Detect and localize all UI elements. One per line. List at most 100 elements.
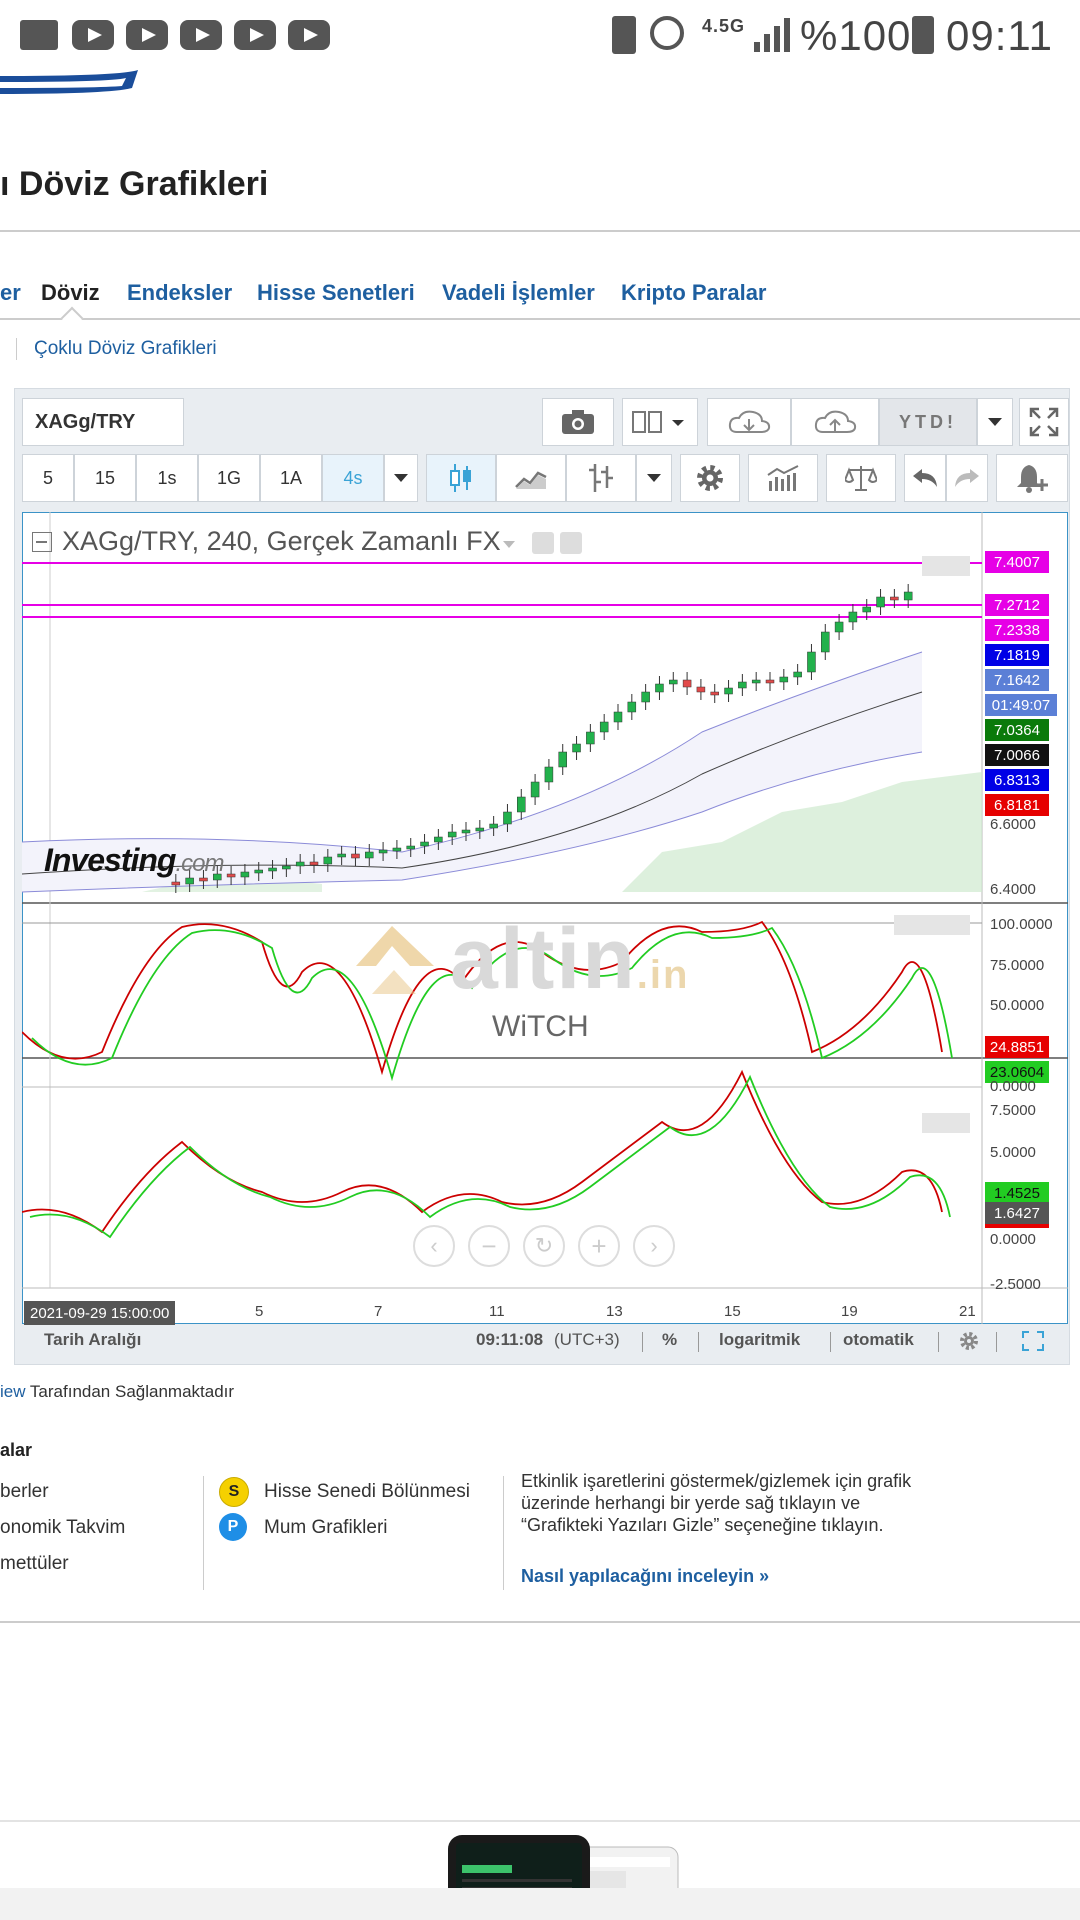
timezone-label[interactable]: (UTC+3) [554,1330,620,1350]
gear-icon[interactable] [959,1331,979,1351]
bar-type-icon [589,464,613,492]
settings-button[interactable] [680,454,740,502]
interval-5[interactable]: 5 [22,454,74,502]
interval-dropdown-button[interactable] [384,454,418,502]
divider [938,1332,939,1352]
multi-currency-link[interactable]: Çoklu Döviz Grafikleri [34,338,217,360]
zoom-in-button[interactable]: + [578,1225,620,1267]
tradingview-link[interactable]: iew [0,1382,26,1401]
stoch-axis-label: 0.0000 [990,1078,1036,1095]
network-type: 4.5G [702,16,746,36]
crosshair-date-label: 2021-09-29 15:00:00 [24,1301,176,1325]
macd-tag: 1.4525 [985,1182,1049,1204]
interval-15[interactable]: 15 [74,454,136,502]
youtube-icon [126,20,168,50]
candle-body [751,679,761,684]
auto-scale-toggle[interactable]: otomatik [843,1330,914,1350]
price-tag: 7.2338 [985,619,1049,641]
macd-tag: 1.6427 [985,1202,1049,1228]
price-tag: 7.4007 [985,551,1049,573]
range-button[interactable]: YTD! [879,398,977,446]
candle-body [392,847,402,852]
cloud-upload-icon [814,410,857,433]
nav-item-partial[interactable]: er [0,280,21,306]
candle-body [599,721,609,733]
legend-dropdown-icon[interactable] [503,541,515,548]
candle-body [903,591,913,601]
bar-type-dropdown-button[interactable] [636,454,672,502]
pane-controls-icon[interactable] [922,1113,970,1133]
how-to-link[interactable]: Nasıl yapılacağını inceleyin » [521,1566,769,1587]
zoom-out-button[interactable]: − [468,1225,510,1267]
line-chart-button[interactable] [496,454,566,502]
chevron-down-icon [647,474,661,482]
bar-type-button[interactable] [566,454,636,502]
compare-button[interactable] [826,454,896,502]
reset-zoom-button[interactable]: ↻ [523,1225,565,1267]
nav-item-endeksler[interactable]: Endeksler [127,280,232,306]
undo-icon [913,469,937,487]
indicators-icon [767,465,799,491]
interval-4s[interactable]: 4s [322,454,384,502]
candle-body [323,856,333,865]
candle-body [503,811,512,825]
breadcrumb-separator [16,338,17,360]
expand-icon[interactable] [1022,1331,1044,1351]
cloud-download-button[interactable] [707,398,791,446]
fullscreen-icon [1029,407,1059,437]
candle-body [696,686,706,693]
legend-item[interactable]: Mum Grafikleri [264,1517,388,1539]
layout-button[interactable] [622,398,698,446]
candle-body [613,711,623,723]
candle-badge-icon: P [219,1513,247,1541]
symbol-input[interactable]: XAGg/TRY [22,398,184,446]
undo-button[interactable] [904,454,946,502]
candle-body [434,836,443,843]
legend-item[interactable]: Hisse Senedi Bölünmesi [264,1481,470,1503]
legend-item[interactable]: onomik Takvim [0,1517,125,1539]
legend-item[interactable]: mettüler [0,1553,69,1575]
chart-legend[interactable]: XAGg/TRY, 240, Gerçek Zamanlı FX [62,526,501,557]
pane-controls-icon[interactable] [922,556,970,576]
split-badge-icon: S [219,1477,249,1507]
candles-icon [450,464,471,492]
nav-item-hisse-senetleri[interactable]: Hisse Senetleri [257,280,415,306]
nav-item-vadeli-islemler[interactable]: Vadeli İşlemler [442,280,595,306]
pane-controls-icon[interactable] [894,915,970,935]
line-chart-icon [515,471,547,489]
countdown-tag: 01:49:07 [985,694,1057,716]
range-dropdown-button[interactable] [977,398,1013,446]
candle-body [834,621,844,633]
divider [503,1476,504,1590]
log-scale-toggle[interactable]: logaritmik [719,1330,800,1350]
candles-button[interactable] [426,454,496,502]
indicators-button[interactable] [748,454,818,502]
legend-collapse-icon[interactable] [32,532,52,552]
cloud-upload-button[interactable] [791,398,879,446]
interval-1a[interactable]: 1A [260,454,322,502]
date-range-button[interactable]: Tarih Aralığı [44,1330,141,1350]
price-tag: 7.0066 [985,744,1049,766]
camera-icon [562,410,594,434]
cloud-download-icon [728,410,771,433]
macd-axis-label: 0.0000 [990,1231,1036,1248]
percent-toggle[interactable]: % [662,1330,677,1350]
interval-1s[interactable]: 1s [136,454,198,502]
legend-item[interactable]: berler [0,1481,49,1503]
candle-body [572,743,581,753]
eye-icon[interactable] [532,532,554,554]
gear-icon[interactable] [560,532,582,554]
redo-button[interactable] [946,454,988,502]
attribution-text: Tarafından Sağlanmaktadır [25,1382,235,1401]
fullscreen-button[interactable] [1019,398,1069,446]
candle-body [890,596,899,601]
candle-body [586,731,595,745]
screenshot-button[interactable] [542,398,614,446]
scroll-right-button[interactable]: › [633,1225,675,1267]
scroll-left-button[interactable]: ‹ [413,1225,455,1267]
alert-button[interactable] [996,454,1068,502]
interval-1g[interactable]: 1G [198,454,260,502]
nav-item-kripto-paralar[interactable]: Kripto Paralar [621,280,767,306]
candle-body [378,849,388,854]
nav-item-doviz[interactable]: Döviz [41,280,100,306]
